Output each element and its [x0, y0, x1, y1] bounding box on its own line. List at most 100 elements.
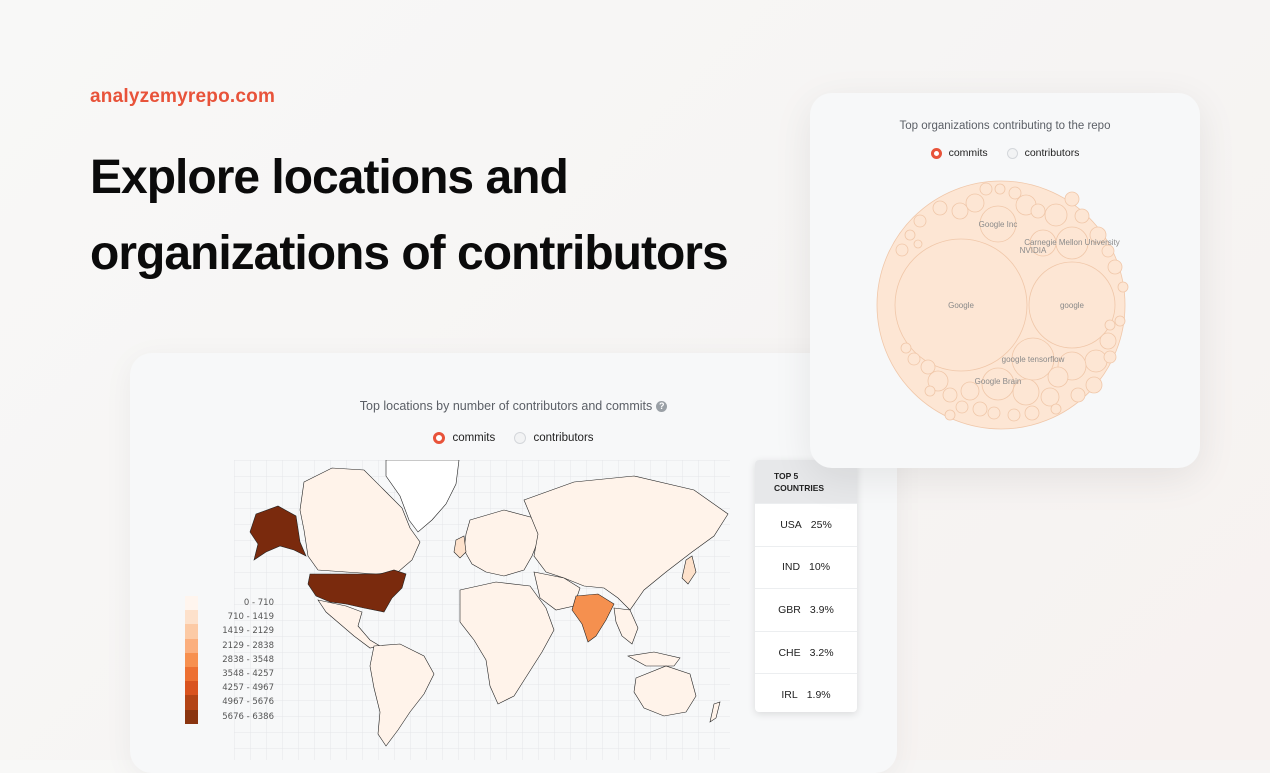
- legend-label: 3548 - 4257: [222, 669, 274, 680]
- bubble-org[interactable]: [942, 387, 958, 403]
- bubble-org[interactable]: [1007, 408, 1021, 422]
- radio-commits-label: commits: [452, 432, 496, 444]
- country-percent: 1.9%: [806, 689, 831, 702]
- legend-swatch: [185, 638, 198, 653]
- bubble-org[interactable]: [1024, 405, 1040, 421]
- map-legend: 0 - 710 710 - 1419 1419 - 2129 2129 - 2838 2…: [185, 596, 274, 724]
- legend-swatch: [185, 681, 198, 696]
- country-percent: 25%: [810, 518, 832, 531]
- table-row: GBR 3.9%: [755, 588, 857, 631]
- legend-label: 2838 - 3548: [222, 654, 274, 665]
- bubble-org[interactable]: [1047, 366, 1069, 388]
- bubble-org[interactable]: [979, 182, 993, 196]
- organizations-card: Top organizations contributing to the re…: [810, 93, 1200, 468]
- legend-item: 4967 - 5676: [185, 695, 274, 710]
- top-countries-header-line1: TOP 5: [774, 471, 799, 481]
- bubble-org[interactable]: [907, 352, 921, 366]
- legend-swatch: [185, 596, 198, 611]
- bubble-org[interactable]: [1103, 350, 1117, 364]
- legend-label: 4257 - 4967: [222, 683, 274, 694]
- organizations-bubble-chart[interactable]: Google Inc Carnegie Mellon University NV…: [810, 93, 1200, 468]
- locations-metric-toggle: commits contributors: [130, 432, 897, 447]
- bubble-label-nvidia: NVIDIA: [1020, 246, 1047, 255]
- legend-item: 4257 - 4967: [185, 681, 274, 696]
- bubble-org[interactable]: [1074, 208, 1090, 224]
- bubble-org[interactable]: [1044, 203, 1068, 227]
- table-row: IRL 1.9%: [755, 673, 857, 712]
- bubble-org[interactable]: [1084, 349, 1108, 373]
- bubble-org[interactable]: [920, 359, 936, 375]
- bubble-org[interactable]: [913, 239, 923, 249]
- top-countries-header-line2: COUNTRIES: [774, 483, 825, 493]
- legend-swatch: [185, 624, 198, 639]
- bubble-org[interactable]: [895, 243, 909, 257]
- legend-item: 2838 - 3548: [185, 652, 274, 667]
- legend-swatch: [185, 709, 198, 724]
- country-code: GBR: [778, 603, 801, 616]
- bubble-org[interactable]: [1030, 203, 1046, 219]
- bubble-org[interactable]: [955, 400, 969, 414]
- legend-label: 4967 - 5676: [222, 697, 274, 708]
- bubble-org[interactable]: [951, 202, 969, 220]
- hero-line-1: Explore locations and: [90, 151, 569, 204]
- legend-item: 0 - 710: [185, 596, 274, 611]
- country-percent: 10%: [809, 561, 831, 574]
- bubble-org[interactable]: [904, 229, 916, 241]
- legend-item: 710 - 1419: [185, 610, 274, 625]
- country-percent: 3.2%: [809, 646, 834, 659]
- locations-title: Top locations by number of contributors …: [130, 399, 897, 413]
- bubble-org[interactable]: [1040, 387, 1060, 407]
- legend-swatch: [185, 652, 198, 667]
- help-icon[interactable]: ?: [656, 401, 668, 413]
- bubble-org[interactable]: [1114, 315, 1126, 327]
- bubble-label-google-tensorflow: google tensorflow: [1002, 355, 1065, 364]
- legend-item: 3548 - 4257: [185, 666, 274, 682]
- bubble-org[interactable]: [1104, 319, 1116, 331]
- bubble-org[interactable]: [1050, 403, 1062, 415]
- legend-label: 5676 - 6386: [222, 711, 274, 722]
- radio-contributors-label: contributors: [533, 432, 594, 444]
- legend-label: 710 - 1419: [227, 612, 274, 623]
- bubble-org[interactable]: [1099, 332, 1117, 350]
- bubble-label-google-lower: google: [1060, 301, 1085, 310]
- bubble-org[interactable]: [965, 193, 985, 213]
- bubble-org[interactable]: [1085, 376, 1103, 394]
- hero-line-2: organizations of contributors: [90, 227, 729, 280]
- country-code: USA: [780, 518, 802, 531]
- bubble-org[interactable]: [1107, 259, 1123, 275]
- country-code: CHE: [778, 646, 801, 659]
- bubble-org[interactable]: [987, 406, 1001, 420]
- bubble-org[interactable]: [944, 409, 956, 421]
- bubble-org[interactable]: [1064, 191, 1080, 207]
- country-code: IND: [781, 561, 801, 574]
- legend-swatch: [185, 695, 198, 710]
- bubble-label-google-inc: Google Inc: [979, 220, 1018, 229]
- table-row: USA 25%: [755, 503, 857, 546]
- radio-unselected-icon: [514, 432, 527, 444]
- bubble-org[interactable]: [1070, 387, 1086, 403]
- legend-label: 2129 - 2838: [222, 640, 274, 651]
- bubble-org[interactable]: [994, 183, 1006, 195]
- locations-card: Top locations by number of contributors …: [130, 353, 897, 773]
- world-map[interactable]: [234, 460, 730, 760]
- table-row: IND 10%: [755, 545, 857, 589]
- legend-item: 5676 - 6386: [185, 709, 274, 724]
- hero-heading: Explore locations and organizations of c…: [90, 140, 790, 292]
- radio-contributors[interactable]: contributors: [514, 432, 594, 444]
- legend-label: 0 - 710: [243, 598, 274, 609]
- radio-commits[interactable]: commits: [433, 432, 495, 444]
- bubble-org[interactable]: [913, 214, 927, 228]
- bubble-org[interactable]: [900, 342, 912, 354]
- brand-link[interactable]: analyzemyrepo.com: [90, 86, 275, 108]
- radio-selected-icon: [433, 432, 446, 444]
- bubble-label-google-brain: Google Brain: [975, 377, 1022, 386]
- legend-label: 1419 - 2129: [222, 626, 274, 637]
- bubble-org[interactable]: [924, 385, 936, 397]
- legend-swatch: [185, 610, 198, 625]
- bubble-org[interactable]: [972, 401, 988, 417]
- table-row: CHE 3.2%: [755, 630, 857, 674]
- bubble-org[interactable]: [932, 200, 948, 216]
- bubble-org[interactable]: [1117, 281, 1129, 293]
- top-countries-table: TOP 5 COUNTRIES USA 25% IND 10% GBR 3.9%…: [755, 460, 857, 712]
- legend-item: 1419 - 2129: [185, 624, 274, 639]
